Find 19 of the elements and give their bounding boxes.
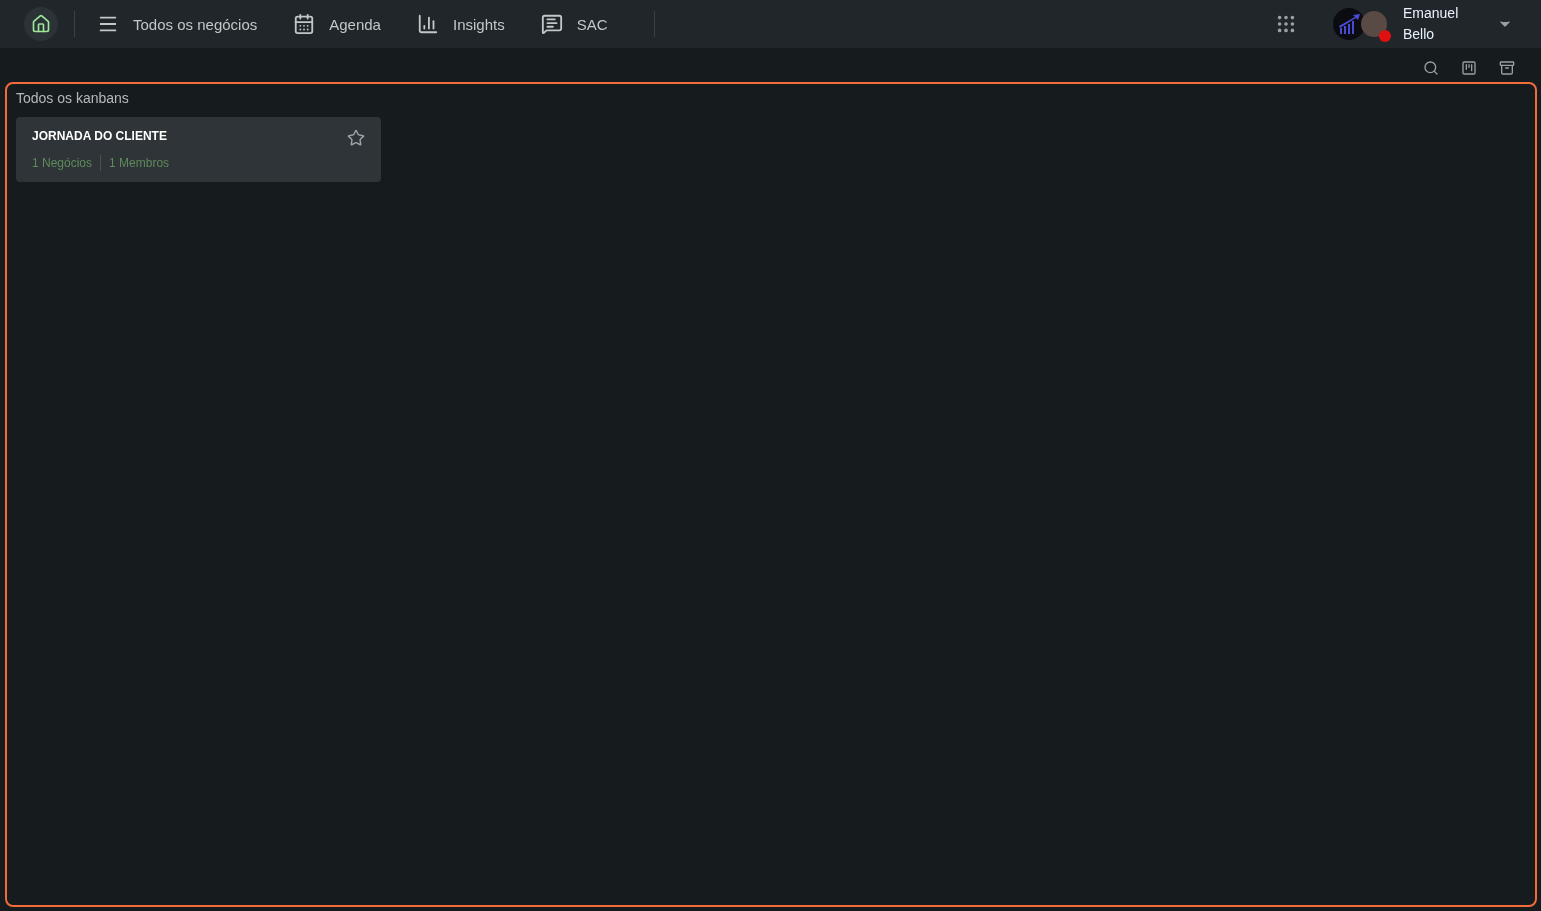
board-card[interactable]: JORNADA DO CLIENTE 1 Negócios 1 Membros: [16, 117, 381, 182]
star-icon[interactable]: [347, 129, 365, 149]
home-button[interactable]: [24, 7, 58, 41]
nav-link[interactable]: Todos os negócios: [91, 13, 264, 35]
board-name: JORNADA DO CLIENTE: [32, 129, 168, 143]
avatar: [1361, 11, 1387, 37]
nav-link[interactable]: Insights: [410, 13, 511, 35]
chat-icon: [540, 13, 563, 35]
nav-link[interactable]: SAC: [534, 13, 614, 35]
members-count: 1 Membros: [109, 156, 170, 170]
section-title: Todos os kanbans: [16, 90, 130, 106]
user-name: Emanuel: [1403, 4, 1460, 23]
user-name: Bello: [1403, 25, 1436, 44]
nav-link[interactable]: Agenda: [287, 13, 387, 35]
home-icon: [31, 14, 51, 34]
chart-icon: [416, 13, 439, 35]
logo-avatar: [1333, 8, 1365, 40]
deals-count: 1 Negócios: [32, 156, 93, 170]
calendar-icon: [293, 13, 316, 35]
